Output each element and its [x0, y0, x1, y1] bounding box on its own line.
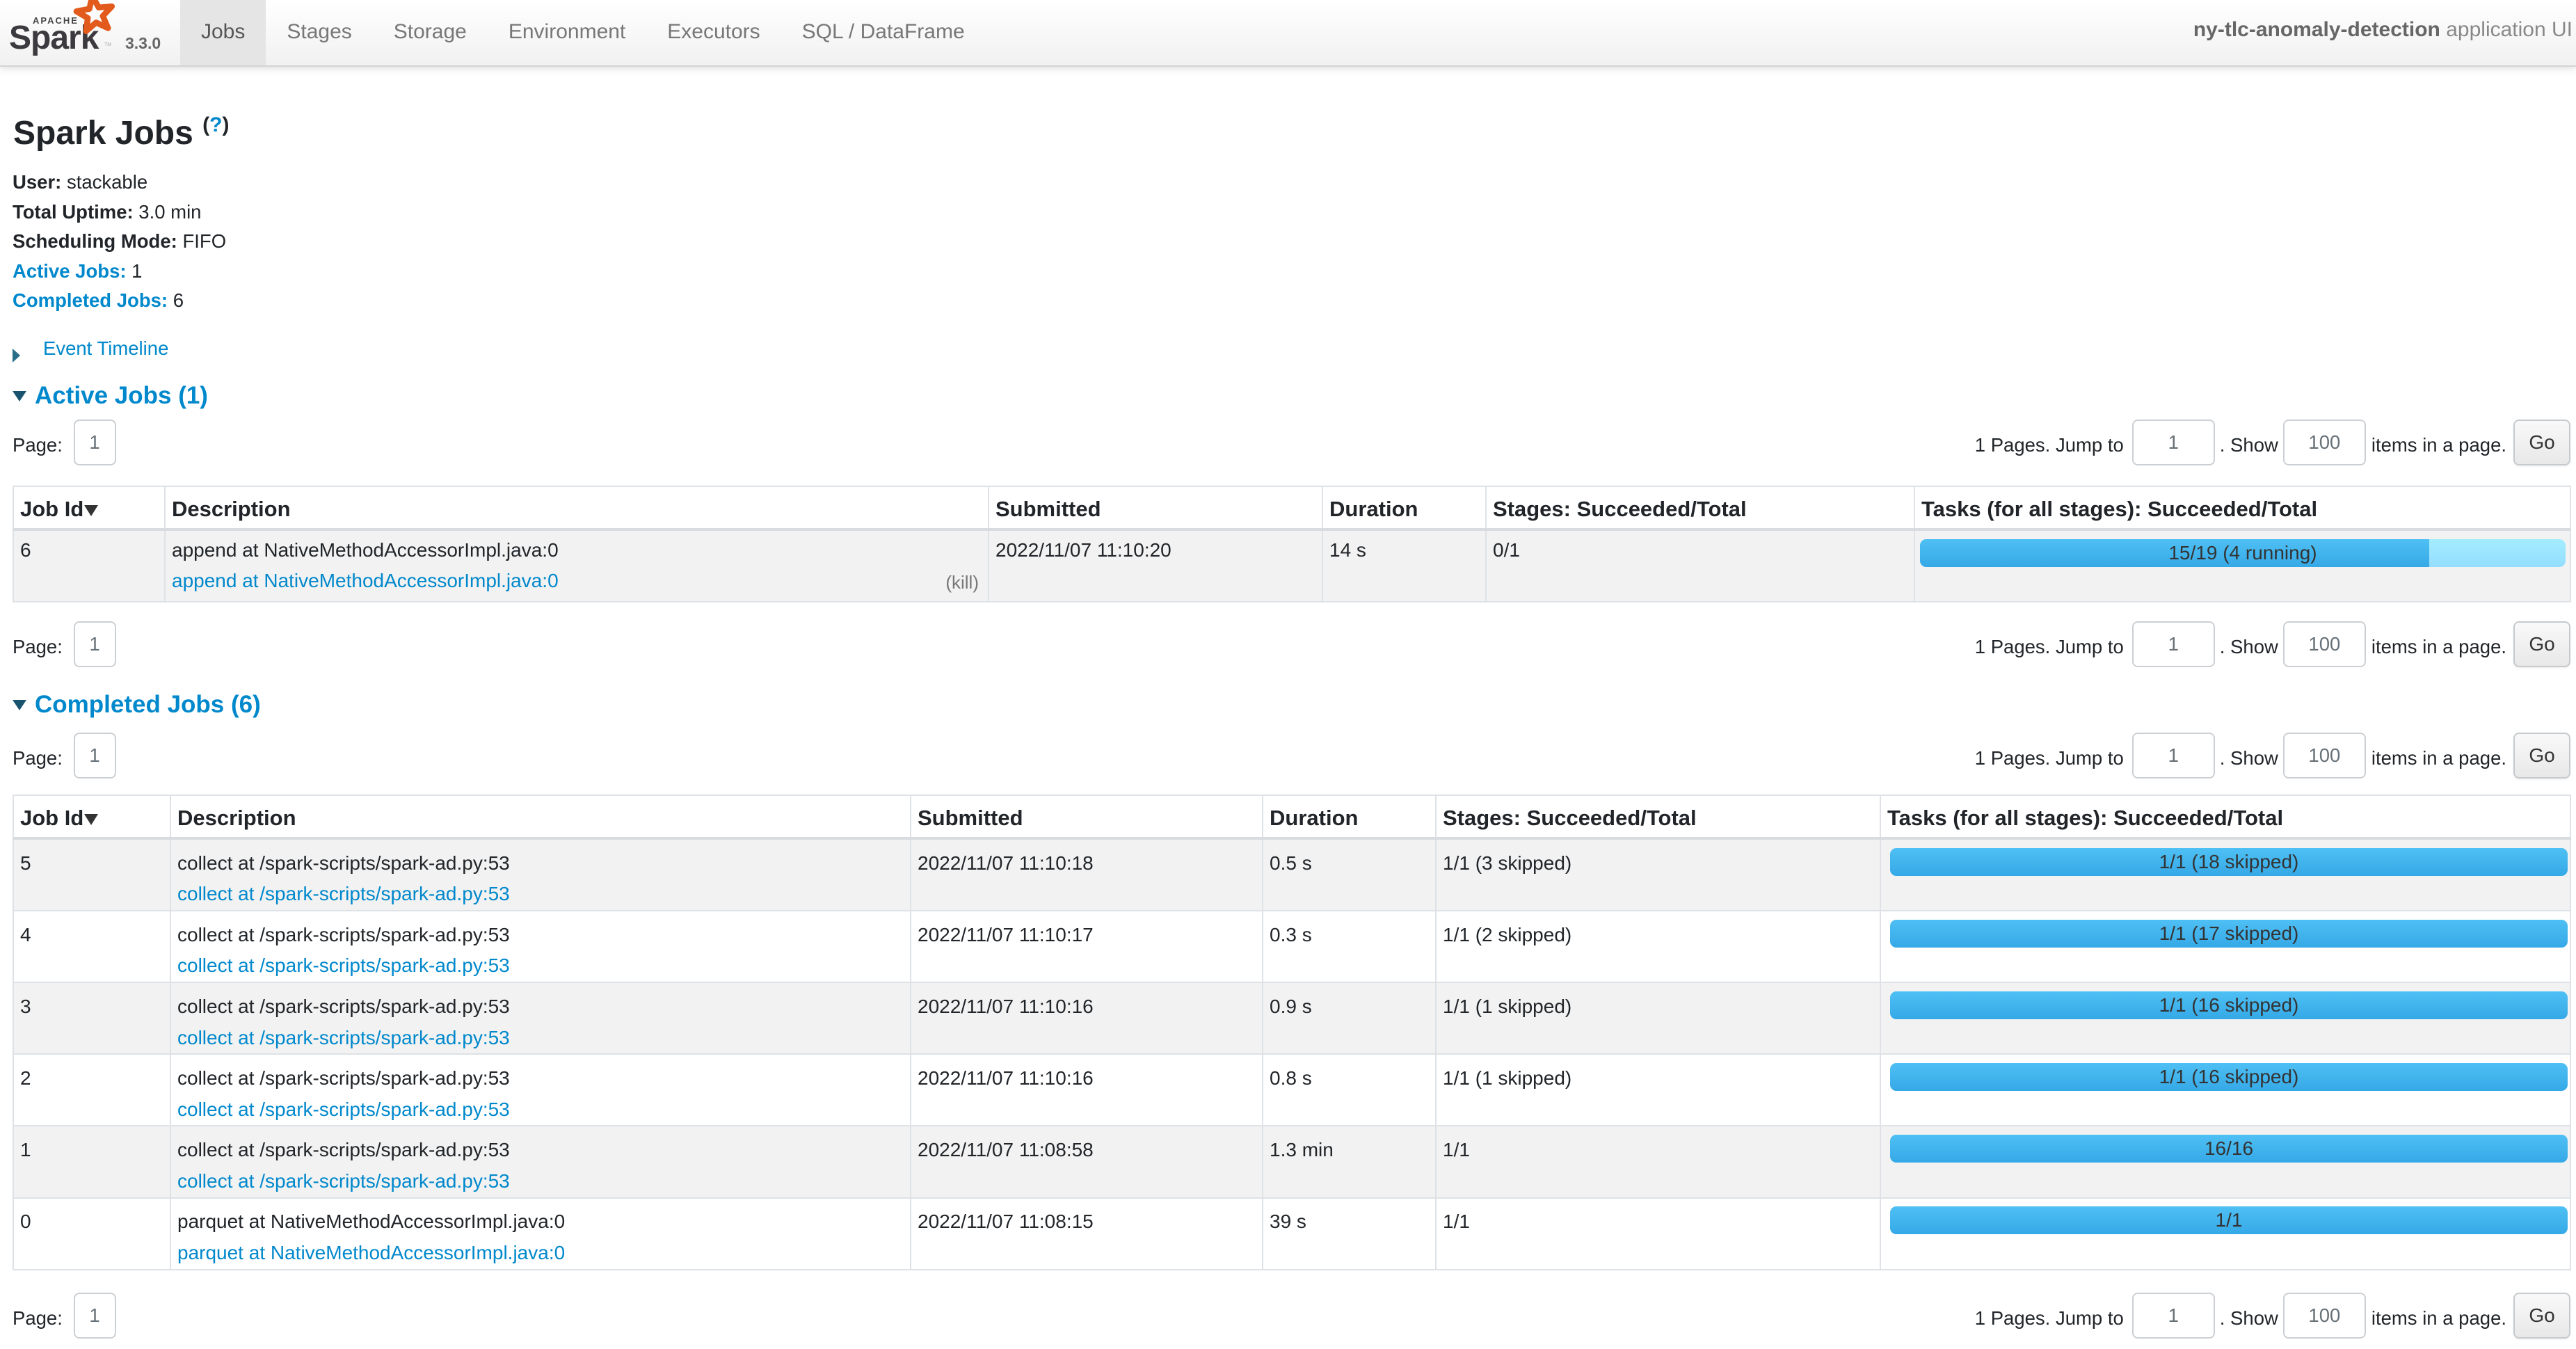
svg-text:TM: TM	[104, 42, 111, 47]
